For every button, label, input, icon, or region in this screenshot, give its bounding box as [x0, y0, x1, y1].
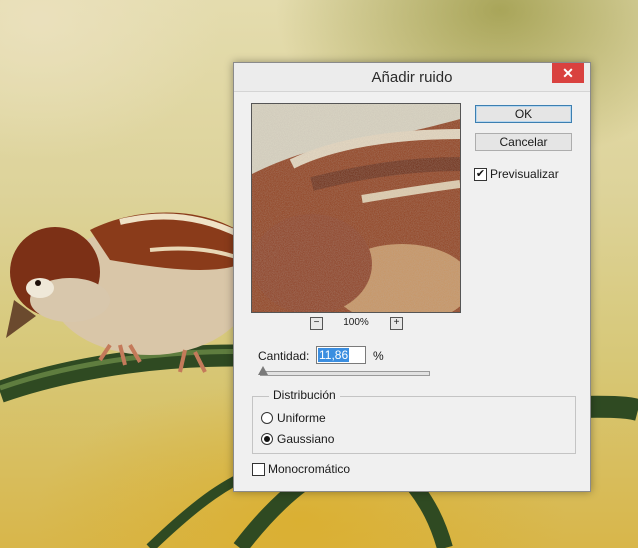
- zoom-controls: − 100% +: [310, 317, 410, 331]
- gaussian-radio[interactable]: [261, 433, 273, 445]
- amount-unit: %: [373, 349, 384, 363]
- preview-checkbox[interactable]: ✔: [474, 168, 487, 181]
- distribution-legend: Distribución: [269, 388, 340, 402]
- close-icon: ✕: [562, 65, 574, 81]
- amount-slider-thumb[interactable]: [258, 366, 268, 375]
- amount-label: Cantidad:: [258, 349, 310, 363]
- zoom-level: 100%: [343, 317, 369, 328]
- dialog-titlebar[interactable]: Añadir ruido ✕: [234, 63, 590, 92]
- amount-slider-track[interactable]: [260, 371, 430, 376]
- monochrome-label: Monocromático: [268, 462, 351, 476]
- amount-value: 11,86: [318, 348, 350, 362]
- dialog-title: Añadir ruido: [371, 69, 453, 86]
- ok-button[interactable]: OK: [475, 105, 572, 123]
- uniform-label: Uniforme: [277, 411, 326, 425]
- cancel-button[interactable]: Cancelar: [475, 133, 572, 151]
- zoom-in-button[interactable]: +: [390, 317, 403, 330]
- monochrome-checkbox[interactable]: [252, 463, 265, 476]
- add-noise-dialog: Añadir ruido ✕ − 100% + OK Cancelar ✔ Pr…: [233, 62, 591, 492]
- distribution-group: Distribución Uniforme Gaussiano: [252, 388, 576, 454]
- amount-input[interactable]: 11,86: [316, 346, 366, 364]
- checkmark-icon: ✔: [475, 168, 486, 180]
- preview-image[interactable]: [251, 103, 461, 313]
- zoom-out-button[interactable]: −: [310, 317, 323, 330]
- gaussian-label: Gaussiano: [277, 432, 335, 446]
- preview-label: Previsualizar: [490, 167, 559, 181]
- close-button[interactable]: ✕: [552, 63, 584, 83]
- uniform-radio[interactable]: [261, 412, 273, 424]
